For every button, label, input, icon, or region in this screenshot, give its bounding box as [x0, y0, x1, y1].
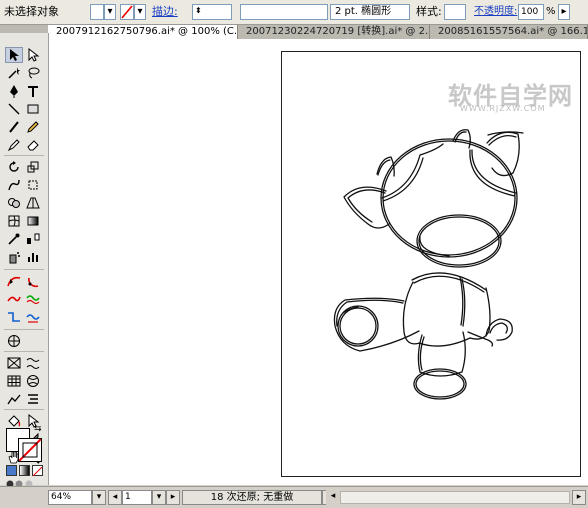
status-message[interactable]: 18 次还原; 无重做: [182, 490, 322, 505]
zoom-value: 64%: [51, 492, 72, 502]
page-field[interactable]: 1: [122, 490, 152, 505]
cow-artwork[interactable]: [0, 0, 588, 507]
page-dropdown-icon[interactable]: ▾: [152, 490, 166, 505]
scroll-left-icon[interactable]: ◂: [326, 490, 340, 505]
status-bar: 64% ▾ ◂ 1 ▾ ▸ 18 次还原; 无重做 ▸ ◂ ▸: [0, 486, 588, 508]
zoom-field[interactable]: 64%: [48, 490, 92, 505]
undo-status: 18 次还原; 无重做: [210, 492, 294, 503]
next-page-icon[interactable]: ▸: [166, 490, 180, 505]
page-value: 1: [125, 492, 131, 502]
first-page-icon[interactable]: ◂: [108, 490, 122, 505]
horizontal-scrollbar[interactable]: [340, 491, 570, 504]
scroll-right-icon[interactable]: ▸: [572, 490, 586, 505]
zoom-dropdown-icon[interactable]: ▾: [92, 490, 106, 505]
